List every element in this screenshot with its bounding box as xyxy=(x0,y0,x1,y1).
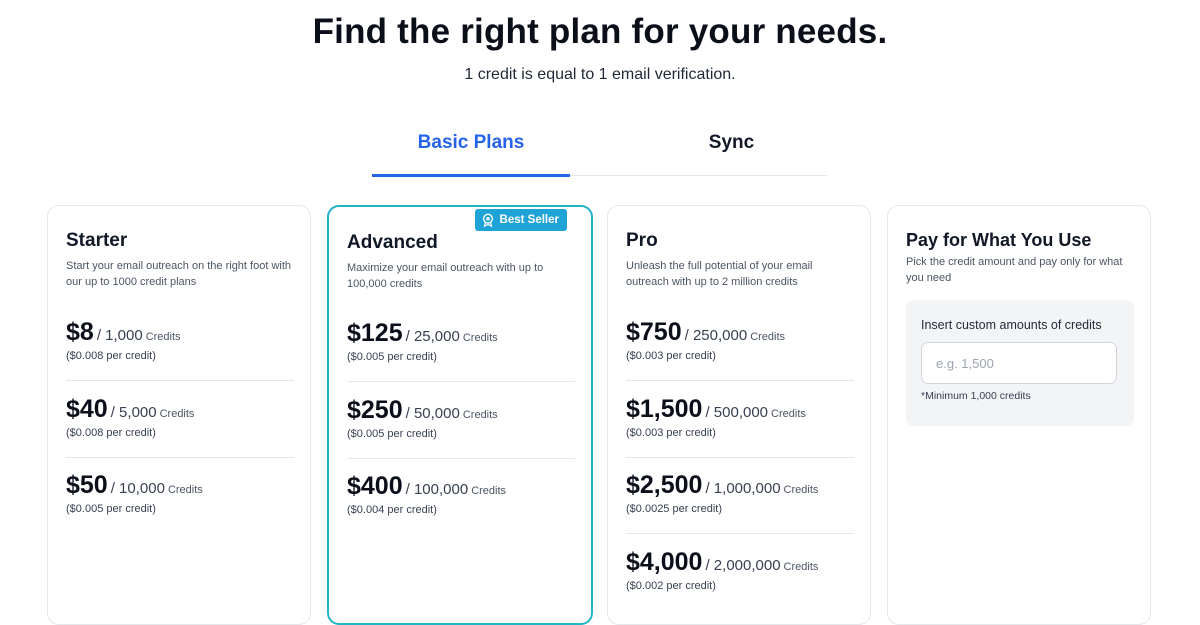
plan-card-starter: Starter Start your email outreach on the… xyxy=(47,205,311,625)
plan-description: Start your email outreach on the right f… xyxy=(66,260,292,288)
price-option[interactable]: $1,500 / 500,000 Credits ($0.003 per cre… xyxy=(626,395,854,439)
price: $1,500 xyxy=(626,395,703,423)
price-option[interactable]: $40 / 5,000 Credits ($0.008 per credit) xyxy=(66,395,294,439)
plan-card-pro: Pro Unleash the full potential of your e… xyxy=(607,205,871,625)
credit-amount: / 2,000,000 xyxy=(705,557,781,574)
divider xyxy=(347,458,575,459)
credit-amount: / 500,000 xyxy=(705,404,769,421)
credits-label: Credits xyxy=(159,408,195,420)
price: $2,500 xyxy=(626,471,703,499)
price: $4,000 xyxy=(626,548,703,576)
price: $8 xyxy=(66,318,94,346)
credits-label: Credits xyxy=(167,484,203,496)
price-option[interactable]: $4,000 / 2,000,000 Credits ($0.002 per c… xyxy=(626,548,854,592)
page-title: Find the right plan for your needs. xyxy=(312,12,888,51)
per-credit-price: ($0.005 per credit) xyxy=(347,428,437,440)
plan-description: Maximize your email outreach with up to … xyxy=(347,262,544,290)
credit-amount: / 5,000 xyxy=(110,404,157,421)
credits-label: Credits xyxy=(145,331,181,343)
best-seller-badge: Best Seller xyxy=(474,209,567,231)
price: $250 xyxy=(347,396,403,424)
credit-amount: / 10,000 xyxy=(110,480,165,497)
per-credit-price: ($0.004 per credit) xyxy=(347,504,437,516)
price: $400 xyxy=(347,472,403,500)
price: $40 xyxy=(66,395,108,423)
credit-amount: / 100,000 xyxy=(405,481,469,498)
price-option[interactable]: $125 / 25,000 Credits ($0.005 per credit… xyxy=(347,319,575,363)
plan-tabs: Basic Plans Sync xyxy=(372,120,829,177)
plan-name: Advanced xyxy=(347,232,438,253)
per-credit-price: ($0.002 per credit) xyxy=(626,580,716,592)
per-credit-price: ($0.0025 per credit) xyxy=(626,503,722,515)
price-option[interactable]: $50 / 10,000 Credits ($0.005 per credit) xyxy=(66,471,294,515)
custom-amount-panel: Insert custom amounts of credits *Minimu… xyxy=(906,300,1134,426)
per-credit-price: ($0.003 per credit) xyxy=(626,350,716,362)
badge-label: Best Seller xyxy=(499,214,559,226)
credits-label: Credits xyxy=(771,408,806,420)
credits-label: Credits xyxy=(783,561,819,573)
credits-label: Credits xyxy=(750,331,786,343)
page-subtitle: 1 credit is equal to 1 email verificatio… xyxy=(464,66,736,83)
per-credit-price: ($0.008 per credit) xyxy=(66,350,156,362)
divider xyxy=(626,533,854,534)
divider xyxy=(66,457,294,458)
credit-amount: / 50,000 xyxy=(405,405,460,422)
plan-name: Pro xyxy=(626,230,658,251)
minimum-credits-note: *Minimum 1,000 credits xyxy=(921,390,1031,402)
credits-label: Credits xyxy=(471,485,507,497)
tab-basic-plans[interactable]: Basic Plans xyxy=(372,132,570,177)
price-option[interactable]: $8 / 1,000 Credits ($0.008 per credit) xyxy=(66,318,294,362)
per-credit-price: ($0.005 per credit) xyxy=(66,503,156,515)
price-option[interactable]: $2,500 / 1,000,000 Credits ($0.0025 per … xyxy=(626,471,854,515)
credits-label: Credits xyxy=(462,409,498,421)
per-credit-price: ($0.008 per credit) xyxy=(66,427,156,439)
plan-name: Starter xyxy=(66,230,128,251)
plan-name: Pay for What You Use xyxy=(906,230,1092,250)
custom-amount-label: Insert custom amounts of credits xyxy=(921,318,1102,332)
plan-description: Pick the credit amount and pay only for … xyxy=(906,256,1123,284)
credits-label: Credits xyxy=(462,332,498,344)
price: $125 xyxy=(347,319,403,347)
credit-amount: / 1,000,000 xyxy=(705,480,781,497)
per-credit-price: ($0.005 per credit) xyxy=(347,351,437,363)
divider xyxy=(626,380,854,381)
plan-description: Unleash the full potential of your email… xyxy=(626,260,813,288)
price-option[interactable]: $750 / 250,000 Credits ($0.003 per credi… xyxy=(626,318,854,362)
price: $50 xyxy=(66,471,108,499)
price-option[interactable]: $250 / 50,000 Credits ($0.005 per credit… xyxy=(347,396,575,440)
credit-amount: / 250,000 xyxy=(684,327,748,344)
plan-card-advanced: Best Seller Advanced Maximize your email… xyxy=(327,205,593,625)
per-credit-price: ($0.003 per credit) xyxy=(626,427,716,439)
price-option[interactable]: $400 / 100,000 Credits ($0.004 per credi… xyxy=(347,472,575,516)
plan-card-pay-as-you-go: Pay for What You Use Pick the credit amo… xyxy=(887,205,1151,625)
tab-sync[interactable]: Sync xyxy=(634,132,829,174)
credits-label: Credits xyxy=(783,484,819,496)
award-icon xyxy=(482,213,493,227)
divider xyxy=(66,380,294,381)
price: $750 xyxy=(626,318,682,346)
divider xyxy=(626,457,854,458)
credit-amount: / 1,000 xyxy=(96,327,143,344)
custom-credits-input[interactable] xyxy=(921,342,1117,384)
divider xyxy=(347,381,575,382)
credit-amount: / 25,000 xyxy=(405,328,460,345)
